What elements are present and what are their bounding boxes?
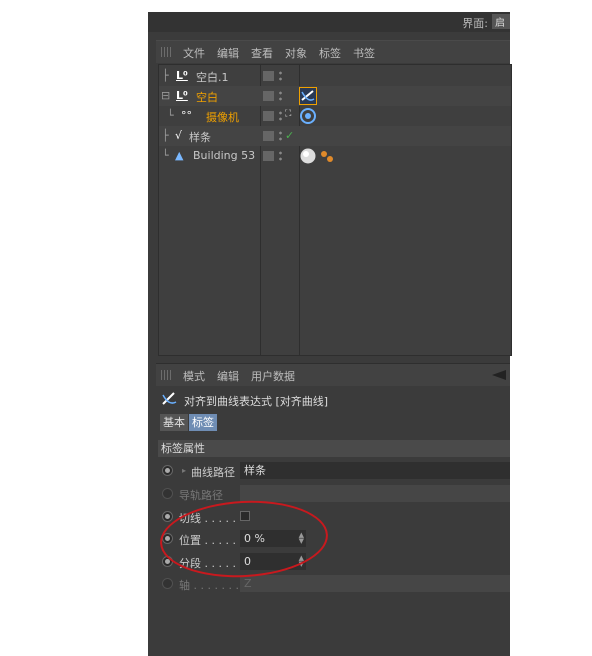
layer-icon[interactable] [263, 131, 274, 141]
attribute-title: 对齐到曲线表达式 [对齐曲线] [156, 389, 510, 411]
axis-select[interactable]: Z [240, 575, 510, 592]
section-header: 标签属性 [158, 440, 510, 457]
animate-radio[interactable] [162, 578, 173, 589]
visibility-dots-icon[interactable] [279, 90, 282, 102]
object-list: ├ L⁰ 空白.1 ⊟ L⁰ 空白 └ °° 摄像机 ⛶ ├ √ 样条 ✓ └ … [158, 64, 512, 356]
polygon-object-icon: ▲ [175, 149, 184, 162]
axis-label: 轴 . . . . . . . [179, 579, 239, 592]
attribute-manager-menubar: 模式 编辑 用户数据 [156, 363, 510, 386]
expand-arrow-icon[interactable]: ▸ [182, 466, 186, 475]
grip-icon[interactable] [161, 47, 173, 57]
property-rail-path: 导轨路径 [160, 484, 510, 504]
layout-bar: 界面: 启 [148, 12, 510, 32]
grip-icon[interactable] [161, 370, 173, 380]
camera-toggle-icon[interactable]: ⛶ [285, 109, 291, 119]
object-row[interactable]: └ ▲ Building 53 [159, 146, 511, 166]
tree-branch-icon: └ [162, 149, 169, 162]
menu-tags[interactable]: 标签 [319, 45, 341, 61]
menu-edit[interactable]: 编辑 [217, 368, 239, 384]
layout-select[interactable]: 启 [492, 14, 510, 29]
enabled-check-icon[interactable]: ✓ [285, 129, 294, 142]
menu-mode[interactable]: 模式 [183, 368, 205, 384]
layer-icon[interactable] [263, 91, 274, 101]
object-name[interactable]: 样条 [189, 129, 211, 145]
rail-path-field[interactable] [240, 485, 510, 502]
menu-file[interactable]: 文件 [183, 45, 205, 61]
layer-icon[interactable] [263, 71, 274, 81]
texture-tag-icon[interactable] [318, 147, 336, 165]
object-row[interactable]: ⊟ L⁰ 空白 [159, 86, 511, 106]
curve-path-label: 曲线路径 [191, 466, 235, 479]
layer-icon[interactable] [263, 111, 274, 121]
null-object-icon: L⁰ [176, 69, 188, 82]
menu-user-data[interactable]: 用户数据 [251, 368, 295, 384]
curve-path-field[interactable]: 样条 [240, 462, 510, 479]
attribute-title-text: 对齐到曲线表达式 [对齐曲线] [184, 395, 329, 408]
menu-object[interactable]: 对象 [285, 45, 307, 61]
property-curve-path: ▸ 曲线路径 样条 [160, 461, 510, 481]
menu-view[interactable]: 查看 [251, 45, 273, 61]
visibility-dots-icon[interactable] [279, 110, 282, 122]
tree-branch-icon: ├ [162, 129, 169, 142]
menu-bookmarks[interactable]: 书签 [353, 45, 375, 61]
object-row[interactable]: ├ √ 样条 ✓ [159, 126, 511, 146]
object-row[interactable]: └ °° 摄像机 ⛶ [159, 106, 511, 126]
object-row[interactable]: ├ L⁰ 空白.1 [159, 66, 511, 86]
rail-path-label: 导轨路径 [179, 489, 223, 502]
object-name[interactable]: 摄像机 [206, 109, 239, 125]
tab-basic[interactable]: 基本 [160, 414, 188, 431]
visibility-dots-icon[interactable] [279, 150, 282, 162]
layout-label: 界面: [462, 17, 488, 30]
attribute-tabs: 基本 标签 [160, 414, 218, 431]
object-name[interactable]: 空白 [196, 89, 218, 105]
visibility-dots-icon[interactable] [279, 70, 282, 82]
object-manager-menubar: 文件 编辑 查看 对象 标签 书签 [156, 40, 510, 63]
animate-radio[interactable] [162, 488, 173, 499]
camera-icon: °° [181, 109, 192, 122]
visibility-dots-icon[interactable] [279, 130, 282, 142]
object-name[interactable]: 空白.1 [196, 69, 229, 85]
align-to-spline-tag-icon[interactable] [299, 87, 317, 105]
tree-branch-icon: ├ [162, 69, 169, 82]
tab-tag[interactable]: 标签 [189, 414, 217, 431]
property-axis: 轴 . . . . . . . Z [160, 574, 510, 594]
back-arrow-icon[interactable] [492, 370, 506, 380]
material-tag-icon[interactable] [299, 147, 317, 165]
spline-icon: √ [175, 129, 183, 142]
align-to-spline-tag-icon [162, 392, 177, 405]
menu-edit[interactable]: 编辑 [217, 45, 239, 61]
animate-radio[interactable] [162, 465, 173, 476]
tree-branch-icon: └ [167, 109, 174, 122]
target-tag-icon[interactable] [299, 107, 317, 125]
animate-radio[interactable] [162, 511, 173, 522]
collapse-icon[interactable]: ⊟ [161, 89, 170, 102]
layer-icon[interactable] [263, 151, 274, 161]
null-object-icon: L⁰ [176, 89, 188, 102]
object-name[interactable]: Building 53 [193, 149, 255, 162]
